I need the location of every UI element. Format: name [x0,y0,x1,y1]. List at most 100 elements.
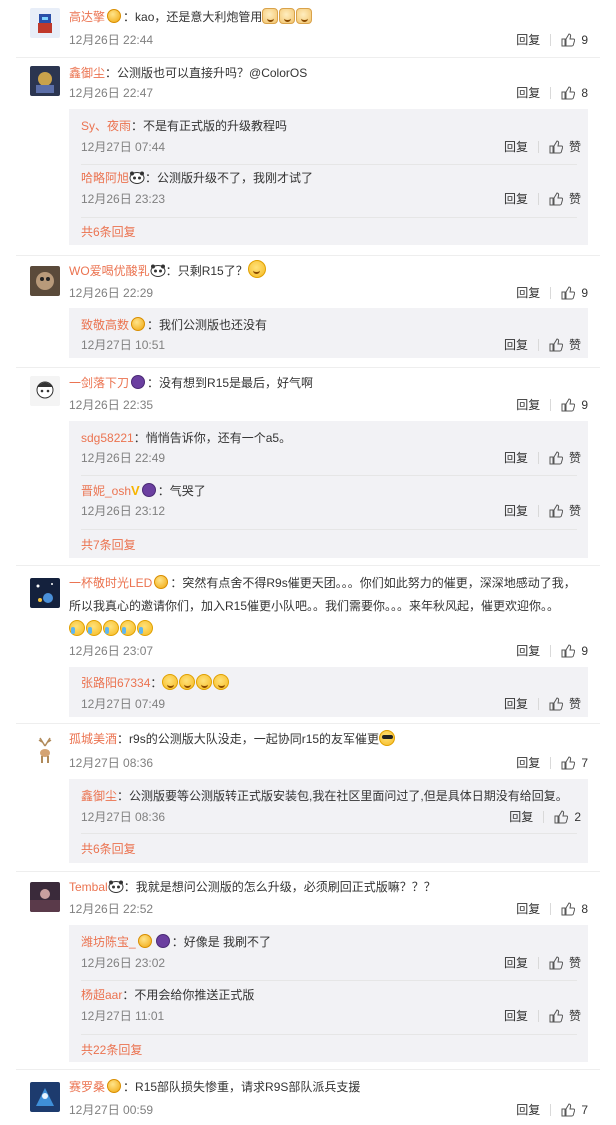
like-button[interactable]: 赞 [549,954,581,972]
like-button[interactable]: 9 [561,284,588,302]
like-label: 赞 [568,451,581,465]
like-button[interactable]: 赞 [549,190,581,208]
reply-text: 悄悄告诉你，还有一个a5。 [145,431,292,445]
divider [81,529,577,530]
username-link[interactable]: 一杯敬时光LED [69,576,152,590]
reply-text-line: sdg58221：悄悄告诉你，还有一个a5。 [81,431,292,445]
reply-item: 潍坊陈宝_ ：好像是 我刷不了 12月26日 23:02 回复 赞 [81,931,581,977]
reply-list: 致敬高数 ：我们公测版也还没有 12月27日 10:51 回复 赞 [69,308,588,358]
avatar[interactable] [30,578,60,608]
like-button[interactable]: 赞 [549,449,581,467]
username-link[interactable]: 张路阳67334 [81,676,150,690]
reply-item: 鑫御尘：公测版要等公测版转正式版安装包,我在社区里面问过了,但是具体日期没有给回… [81,785,581,829]
comment: 孤城美酒：r9s的公测版大队没走，一起协同r15的友军催更 12月27日 08:… [0,724,616,870]
timestamp: 12月26日 23:12 [81,504,166,518]
username-link[interactable]: Sy、夜雨 [81,119,131,133]
divider [550,757,552,769]
like-button[interactable]: 赞 [549,138,581,156]
reply-button[interactable]: 回复 [516,31,540,49]
username-link[interactable]: 鑫御尘 [69,66,105,80]
timestamp: 12月26日 22:52 [69,902,154,916]
avatar[interactable] [30,8,60,38]
username-link[interactable]: 致敬高数 [81,318,129,332]
reply-button[interactable]: 回复 [504,1007,528,1025]
timestamp: 12月26日 23:02 [81,956,166,970]
avatar[interactable] [30,882,60,912]
avatar[interactable] [30,1082,60,1112]
sweat-emoji-icon [247,260,266,278]
thumbs-up-icon [561,1103,576,1117]
username-link[interactable]: sdg58221 [81,431,134,445]
reply-button[interactable]: 回复 [504,695,528,713]
username-link[interactable]: 哈略阿旭 [81,171,129,185]
more-replies-link[interactable]: 共6条回复 [81,840,136,858]
avatar[interactable] [30,734,60,764]
thumbs-up-icon [561,86,576,100]
reply-text: 好像是 我刷不了 [183,935,272,949]
reply-text-line: 潍坊陈宝_ ：好像是 我刷不了 [81,934,272,949]
reply-item: 杨超aar：不用会给你推送正式版 12月27日 11:01 回复 赞 [81,984,581,1030]
like-count: 8 [581,902,588,916]
like-button[interactable]: 赞 [549,695,581,713]
username-link[interactable]: WO爱喝优酸乳 [69,264,150,278]
like-button[interactable]: 赞 [549,502,581,520]
reply-button[interactable]: 回复 [509,808,533,826]
more-replies-link[interactable]: 共6条回复 [81,223,136,241]
laughing-emoji-icon [179,674,196,690]
reply-button[interactable]: 回复 [516,284,540,302]
reply-button[interactable]: 回复 [516,396,540,414]
member-badge-icon [141,483,156,497]
reply-button[interactable]: 回复 [516,642,540,660]
username-link[interactable]: 高达擎 [69,10,105,24]
username-link[interactable]: Tembal [69,880,108,894]
username-link[interactable]: 鑫御尘 [81,789,117,803]
like-button[interactable]: 8 [561,900,588,918]
like-button[interactable]: 9 [561,642,588,660]
reply-button[interactable]: 回复 [504,954,528,972]
divider [81,980,577,981]
reply-button[interactable]: 回复 [504,190,528,208]
comment: WO爱喝优酸乳 ：只剩R15了？ 12月26日 22:29 回复 9 致敬高数 ：我… [0,256,616,366]
like-count: 9 [581,286,588,300]
like-label: 赞 [568,338,581,352]
reply-button[interactable]: 回复 [516,1101,540,1119]
like-button[interactable]: 赞 [549,1007,581,1025]
username-link[interactable]: 孤城美酒 [69,732,117,746]
like-button[interactable]: 2 [554,808,581,826]
reply-button[interactable]: 回复 [504,502,528,520]
reply-item: sdg58221：悄悄告诉你，还有一个a5。 12月26日 22:49 回复 赞 [81,427,581,473]
like-button[interactable]: 9 [561,396,588,414]
username-link[interactable]: 一剑落下刀 [69,376,129,390]
like-count: 9 [581,33,588,47]
username-link[interactable]: 潍坊陈宝_ [81,935,136,949]
username-link[interactable]: 杨超aar [81,988,122,1002]
timestamp: 12月26日 22:35 [69,398,154,412]
reply-button[interactable]: 回复 [504,449,528,467]
timestamp: 12月27日 11:01 [81,1009,165,1023]
username-link[interactable]: 晋妮_osh [81,484,131,498]
like-button[interactable]: 7 [561,754,588,772]
more-replies-link[interactable]: 共22条回复 [81,1041,142,1059]
like-button[interactable]: 赞 [549,336,581,354]
avatar[interactable] [30,266,60,296]
reply-button[interactable]: 回复 [516,84,540,102]
reply-button[interactable]: 回复 [516,754,540,772]
reply-list: sdg58221：悄悄告诉你，还有一个a5。 12月26日 22:49 回复赞 … [69,421,588,558]
emoji-row [69,618,589,640]
comment-text-line: 所以我真心的邀请你们，加入R15催更小队吧。。我们需要你。。。来年秋风起，催更欢… [69,595,589,617]
reply-button[interactable]: 回复 [504,336,528,354]
timestamp: 12月27日 08:36 [69,756,154,770]
divider [537,339,539,351]
comment: 赛罗桑 ：R15部队损失惨重，请求R9S部队派兵支援 12月27日 00:59 回… [0,1070,616,1125]
more-replies-link[interactable]: 共7条回复 [81,536,136,554]
username-link[interactable]: 赛罗桑 [69,1080,105,1094]
avatar[interactable] [30,376,60,406]
timestamp: 12月26日 22:47 [69,86,154,100]
like-button[interactable]: 7 [561,1101,588,1119]
reply-button[interactable]: 回复 [516,900,540,918]
avatar[interactable] [30,66,60,96]
reply-button[interactable]: 回复 [504,138,528,156]
like-button[interactable]: 9 [561,31,588,49]
doge-emoji-icon [279,8,296,24]
like-button[interactable]: 8 [561,84,588,102]
